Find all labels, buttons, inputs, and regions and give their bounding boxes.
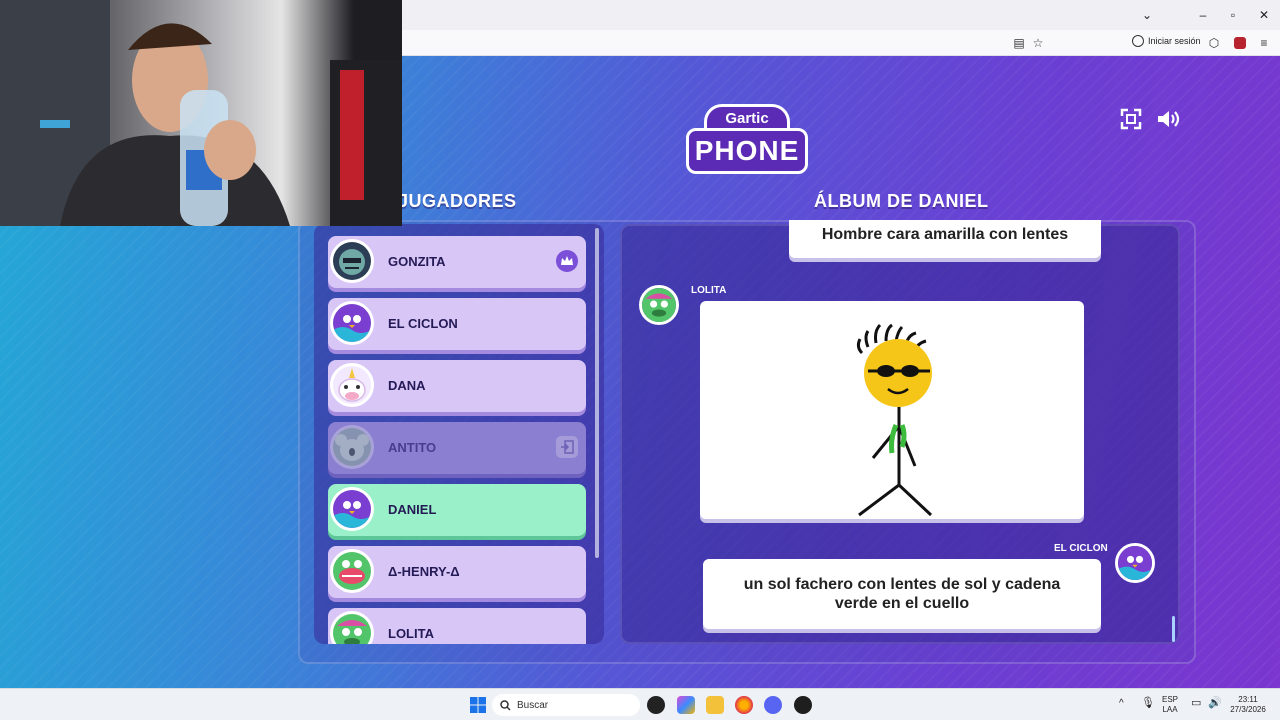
maximize-button[interactable]: ▫ xyxy=(1218,0,1248,30)
tab-list-chevron-icon[interactable]: ⌄ xyxy=(1132,0,1162,30)
extensions-icon[interactable]: ⬡ xyxy=(1205,34,1223,52)
avatar xyxy=(330,425,374,469)
signin-label: Iniciar sesión xyxy=(1148,36,1201,46)
logo-bottom-text: PHONE xyxy=(686,128,808,174)
player-card-dana[interactable]: DANA xyxy=(328,360,586,412)
player-card-lolita[interactable]: LOLITA xyxy=(328,608,586,644)
player-name: Δ-HENRY-Δ xyxy=(388,564,460,579)
shield-extension-icon[interactable] xyxy=(1231,34,1249,52)
fullscreen-icon[interactable] xyxy=(1118,106,1144,132)
album-text-entry: Hombre cara amarilla con lentes xyxy=(789,220,1101,258)
player-name: ANTITO xyxy=(388,440,437,455)
close-window-button[interactable]: ✕ xyxy=(1249,0,1279,30)
player-card-el-ciclon[interactable]: EL CICLON xyxy=(328,298,586,350)
volume-icon[interactable]: 🔊 xyxy=(1208,698,1222,709)
clock-date: 27/3/2026 xyxy=(1230,705,1266,714)
lang-bottom: LAA xyxy=(1162,705,1178,714)
avatar xyxy=(330,487,374,531)
app-icon-g[interactable] xyxy=(647,696,665,714)
taskbar-search[interactable]: Buscar xyxy=(492,694,640,716)
player-name: LOLITA xyxy=(388,626,434,641)
network-icon[interactable]: ▭ xyxy=(1191,698,1201,709)
microphone-icon[interactable]: 🎙 xyxy=(1141,698,1155,709)
lang-top: ESP xyxy=(1162,695,1179,704)
player-name: DANA xyxy=(388,378,426,393)
bookmark-star-icon[interactable]: ☆ xyxy=(1029,34,1047,52)
webcam-overlay xyxy=(0,0,402,226)
player-card-antito[interactable]: ANTITO xyxy=(328,422,586,474)
gartic-phone-logo: Gartic PHONE xyxy=(686,104,808,176)
app-icon-dark[interactable] xyxy=(794,696,812,714)
player-card-henry[interactable]: Δ-HENRY-Δ xyxy=(328,546,586,598)
firefox-icon[interactable] xyxy=(735,696,753,714)
stick-figure-drawing xyxy=(856,323,933,517)
album-heading: ÁLBUM DE DANIEL xyxy=(814,191,989,211)
drawing-author: LOLITA xyxy=(691,285,727,296)
taskbar: Buscar ^ 🎙 ESP LAA ▭ 🔊 23:11 27/3/2026 xyxy=(0,688,1280,720)
left-game-icon xyxy=(556,436,578,458)
clock[interactable]: 23:11 27/3/2026 xyxy=(1226,695,1270,715)
clock-time: 23:11 xyxy=(1238,695,1258,704)
copilot-icon[interactable] xyxy=(677,696,695,714)
language-indicator[interactable]: ESP LAA xyxy=(1162,695,1178,715)
menu-icon[interactable]: ≡ xyxy=(1255,34,1273,52)
album-drawing xyxy=(700,301,1084,519)
player-card-daniel[interactable]: DANIEL xyxy=(328,484,586,536)
el-ciclon-avatar xyxy=(1115,543,1155,583)
lolita-avatar xyxy=(639,285,679,325)
player-card-gonzita[interactable]: GONZITA xyxy=(328,236,586,288)
avatar xyxy=(330,611,374,644)
players-list: GONZITA EL CICLON DANA ANTITO DANIEL Δ-H… xyxy=(314,224,604,644)
avatar xyxy=(330,239,374,283)
avatar xyxy=(330,301,374,345)
sound-icon[interactable] xyxy=(1156,106,1182,132)
search-placeholder: Buscar xyxy=(517,699,549,711)
caption-author: EL CICLON xyxy=(1054,543,1108,554)
account-icon xyxy=(1132,35,1144,47)
reader-mode-icon[interactable]: ▤ xyxy=(1010,34,1028,52)
album-caption: un sol fachero con lentes de sol y caden… xyxy=(703,559,1101,629)
player-name: DANIEL xyxy=(388,502,437,517)
players-scrollbar[interactable] xyxy=(595,228,599,558)
players-heading: JUGADORES xyxy=(398,191,517,211)
minimize-button[interactable]: – xyxy=(1188,0,1218,30)
tray-chevron-icon[interactable]: ^ xyxy=(1119,699,1124,709)
avatar xyxy=(330,363,374,407)
discord-icon[interactable] xyxy=(764,696,782,714)
album-scrollbar[interactable] xyxy=(1172,616,1175,642)
player-name: EL CICLON xyxy=(388,316,458,331)
avatar xyxy=(330,549,374,593)
file-explorer-icon[interactable] xyxy=(706,696,724,714)
crown-icon xyxy=(556,250,578,272)
search-icon xyxy=(500,699,511,711)
player-name: GONZITA xyxy=(388,254,446,269)
windows-start-icon[interactable] xyxy=(469,696,487,714)
signin-button[interactable]: Iniciar sesión xyxy=(1132,35,1201,47)
